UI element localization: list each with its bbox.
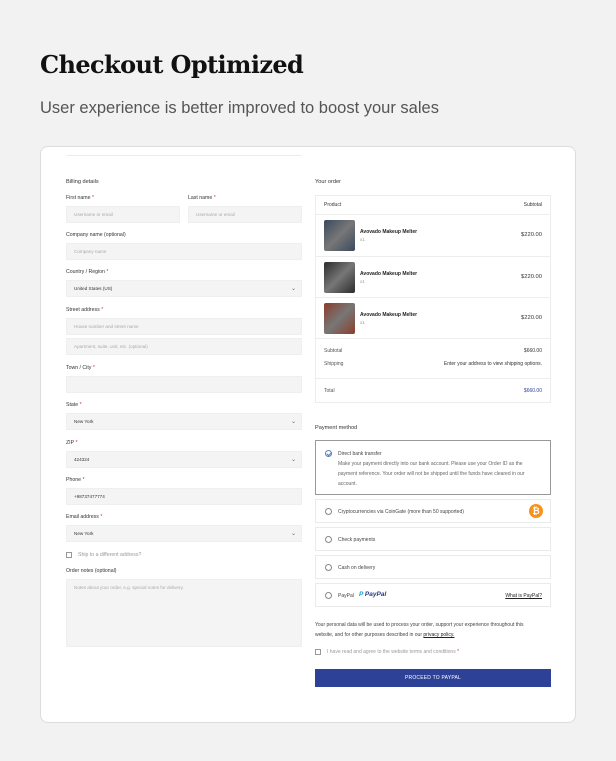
radio-icon[interactable] bbox=[325, 564, 332, 571]
chevron-down-icon: ⌄ bbox=[290, 419, 296, 425]
paypal-p-icon: P bbox=[359, 591, 364, 598]
chevron-down-icon: ⌄ bbox=[290, 457, 296, 463]
ship-different-checkbox[interactable] bbox=[66, 552, 72, 558]
shipping-value: Enter your address to view shipping opti… bbox=[443, 361, 542, 367]
notes-label: Order notes (optional) bbox=[66, 568, 117, 574]
order-summary: Product Subtotal Avovado Makeup Melter x… bbox=[315, 195, 551, 403]
email-field[interactable]: New York ⌄ bbox=[66, 525, 302, 542]
cod-label: Cash on delivery bbox=[338, 565, 376, 571]
order-item: Avovado Makeup Melter x1 $220.00 bbox=[316, 214, 550, 256]
ship-different-label: Ship to a different address? bbox=[78, 552, 142, 558]
proceed-to-paypal-button[interactable]: PROCEED TO PAYPAL bbox=[315, 669, 551, 687]
privacy-text-2: website, and for other purposes describe… bbox=[315, 632, 455, 638]
paypal-logo: P PayPal bbox=[359, 591, 387, 598]
paypal-label: PayPal bbox=[338, 593, 354, 599]
crypto-label: Cryptocurrencies via CoinGate (more than… bbox=[338, 509, 464, 515]
company-field[interactable]: Company name bbox=[66, 243, 302, 260]
col-subtotal: Subtotal bbox=[523, 202, 542, 208]
order-item: Avovado Makeup Melter x1 $220.00 bbox=[316, 256, 550, 297]
privacy-policy-link[interactable]: privacy policy. bbox=[423, 632, 454, 638]
product-name: Avovado Makeup Melter bbox=[360, 271, 418, 277]
radio-icon[interactable] bbox=[325, 592, 332, 599]
product-qty: x1 bbox=[360, 320, 365, 325]
street2-field[interactable]: Apartment, suite, unit, etc. (optional) bbox=[66, 338, 302, 355]
order-item: Avovado Makeup Melter x1 $220.00 bbox=[316, 297, 550, 338]
country-select[interactable]: United States (US) ⌄ bbox=[66, 280, 302, 297]
what-is-paypal-link[interactable]: What is PayPal? bbox=[505, 593, 542, 599]
radio-icon[interactable] bbox=[325, 508, 332, 515]
hero-title: Checkout Optimized bbox=[40, 50, 304, 79]
phone-label: Phone * bbox=[66, 477, 85, 483]
town-field[interactable] bbox=[66, 376, 302, 393]
order-notes-textarea[interactable]: Notes about your order, e.g. special not… bbox=[66, 579, 302, 647]
privacy-text: Your personal data will be used to proce… bbox=[315, 622, 524, 628]
radio-icon[interactable] bbox=[325, 536, 332, 543]
state-label: State * bbox=[66, 402, 82, 408]
first-name-label: First name * bbox=[66, 195, 94, 201]
order-total-row: Total $660.00 bbox=[316, 378, 550, 402]
bank-desc: account. bbox=[338, 481, 357, 487]
divider bbox=[66, 155, 302, 156]
subtotal-label: Subtotal bbox=[324, 348, 343, 354]
country-label: Country / Region * bbox=[66, 269, 109, 275]
chevron-down-icon: ⌄ bbox=[290, 286, 296, 292]
payment-option-paypal[interactable]: PayPal P PayPal What is PayPal? bbox=[315, 583, 551, 607]
check-label: Check payments bbox=[338, 537, 376, 543]
bank-desc: Make your payment directly into our bank… bbox=[338, 461, 523, 467]
zip-field[interactable]: 424324 ⌄ bbox=[66, 451, 302, 468]
order-heading: Your order bbox=[315, 179, 341, 185]
terms-label: I have read and agree to the website ter… bbox=[327, 649, 460, 655]
product-thumbnail bbox=[324, 220, 355, 251]
bank-desc: payment reference. Your order will not b… bbox=[338, 471, 525, 477]
total-value: $660.00 bbox=[523, 388, 542, 394]
order-totals: Subtotal $660.00 Shipping Enter your add… bbox=[316, 338, 550, 378]
total-label: Total bbox=[324, 388, 335, 394]
hero-subtitle: User experience is better improved to bo… bbox=[40, 99, 439, 117]
checkout-card: Billing details First name * Username or… bbox=[40, 146, 576, 723]
company-label: Company name (optional) bbox=[66, 232, 126, 238]
town-label: Town / City * bbox=[66, 365, 95, 371]
street-label: Street address * bbox=[66, 307, 104, 313]
col-product: Product bbox=[324, 202, 342, 208]
shipping-label: Shipping bbox=[324, 361, 344, 367]
product-name: Avovado Makeup Melter bbox=[360, 312, 418, 318]
bank-label: Direct bank transfer bbox=[338, 451, 382, 457]
product-qty: x1 bbox=[360, 237, 365, 242]
last-name-field[interactable]: Username or email bbox=[188, 206, 302, 223]
product-price: $220.00 bbox=[521, 232, 542, 238]
phone-field[interactable]: +98737477774 bbox=[66, 488, 302, 505]
product-qty: x1 bbox=[360, 279, 365, 284]
last-name-label: Last name * bbox=[188, 195, 216, 201]
chevron-down-icon: ⌄ bbox=[290, 531, 296, 537]
radio-checked-icon[interactable] bbox=[325, 450, 332, 457]
first-name-field[interactable]: Username or email bbox=[66, 206, 180, 223]
payment-option-bank[interactable]: Direct bank transfer Make your payment d… bbox=[315, 440, 551, 495]
bitcoin-icon: ₿ bbox=[529, 504, 543, 518]
street-field[interactable]: House number and street name bbox=[66, 318, 302, 335]
payment-heading: Payment method bbox=[315, 425, 358, 431]
subtotal-value: $660.00 bbox=[523, 348, 542, 354]
zip-label: ZIP * bbox=[66, 440, 78, 446]
product-price: $220.00 bbox=[521, 274, 542, 280]
payment-option-check[interactable]: Check payments bbox=[315, 527, 551, 551]
product-name: Avovado Makeup Melter bbox=[360, 229, 418, 235]
payment-option-crypto[interactable]: Cryptocurrencies via CoinGate (more than… bbox=[315, 499, 551, 523]
email-label: Email address * bbox=[66, 514, 103, 520]
payment-option-cod[interactable]: Cash on delivery bbox=[315, 555, 551, 579]
product-thumbnail bbox=[324, 262, 355, 293]
product-thumbnail bbox=[324, 303, 355, 334]
state-select[interactable]: New York ⌄ bbox=[66, 413, 302, 430]
terms-checkbox[interactable] bbox=[315, 649, 321, 655]
product-price: $220.00 bbox=[521, 315, 542, 321]
billing-heading: Billing details bbox=[66, 179, 99, 185]
